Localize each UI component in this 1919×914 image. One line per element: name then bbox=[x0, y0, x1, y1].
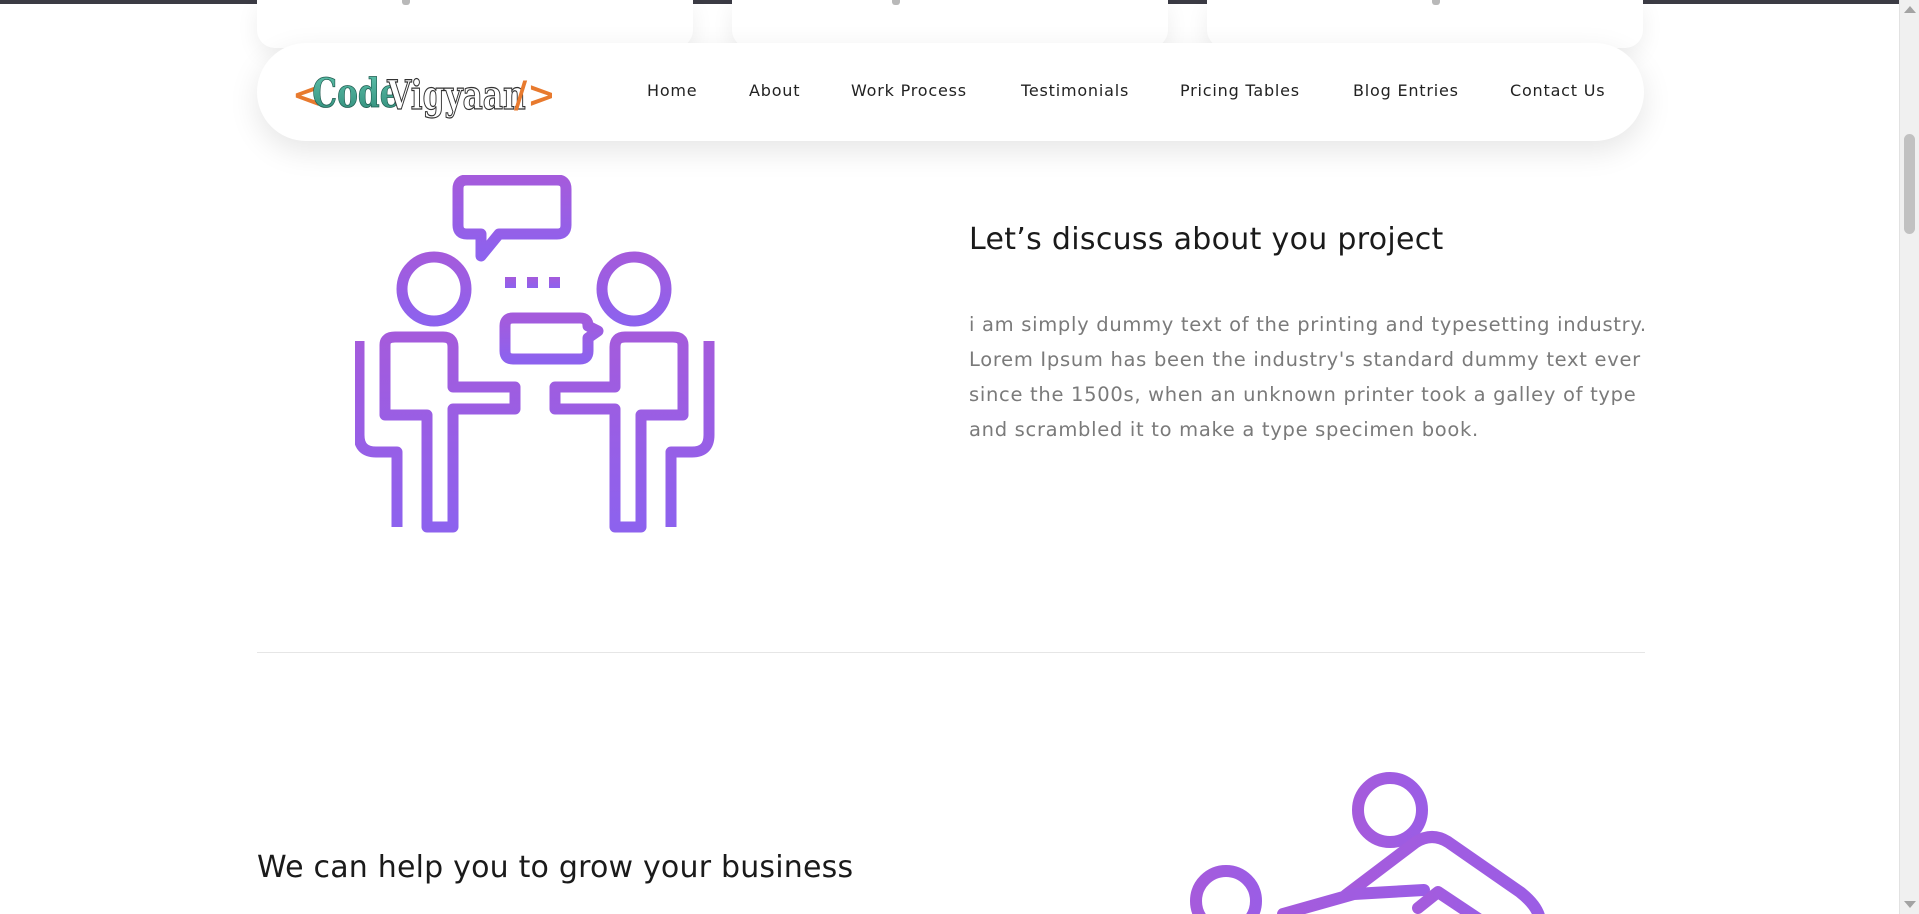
logo-vigyaan-text: Vigyaan bbox=[386, 72, 525, 119]
card-text-fragment bbox=[892, 0, 900, 5]
discuss-project-title: Let’s discuss about you project bbox=[969, 222, 1444, 257]
scrollbar-thumb[interactable] bbox=[1904, 134, 1915, 234]
nav-contact-us[interactable]: Contact Us bbox=[1510, 81, 1605, 101]
codevigyaan-logo[interactable]: < Code Vigyaan /> bbox=[292, 65, 557, 123]
scroll-down-arrow-icon[interactable] bbox=[1904, 901, 1916, 908]
teamwork-growth-icon bbox=[1190, 772, 1545, 914]
main-navbar: < Code Vigyaan /> Home About Work Proces… bbox=[257, 43, 1644, 141]
meeting-discussion-icon bbox=[355, 175, 715, 533]
card-text-fragment bbox=[1432, 0, 1440, 5]
card-text-fragment bbox=[402, 0, 410, 5]
nav-work-process[interactable]: Work Process bbox=[851, 81, 967, 101]
feature-card-2 bbox=[732, 0, 1168, 48]
nav-pricing-tables[interactable]: Pricing Tables bbox=[1180, 81, 1300, 101]
nav-home[interactable]: Home bbox=[647, 81, 697, 101]
vertical-scrollbar[interactable] bbox=[1899, 0, 1919, 914]
logo-right-bracket: /> bbox=[514, 74, 552, 116]
nav-testimonials[interactable]: Testimonials bbox=[1021, 81, 1129, 101]
nav-blog-entries[interactable]: Blog Entries bbox=[1353, 81, 1459, 101]
grow-business-title: We can help you to grow your business bbox=[257, 850, 854, 885]
discuss-project-body: i am simply dummy text of the printing a… bbox=[969, 313, 1647, 441]
section-divider bbox=[257, 652, 1645, 653]
feature-card-1 bbox=[257, 0, 693, 48]
nav-about[interactable]: About bbox=[749, 81, 800, 101]
feature-card-3 bbox=[1207, 0, 1643, 48]
scroll-up-arrow-icon[interactable] bbox=[1904, 6, 1916, 13]
